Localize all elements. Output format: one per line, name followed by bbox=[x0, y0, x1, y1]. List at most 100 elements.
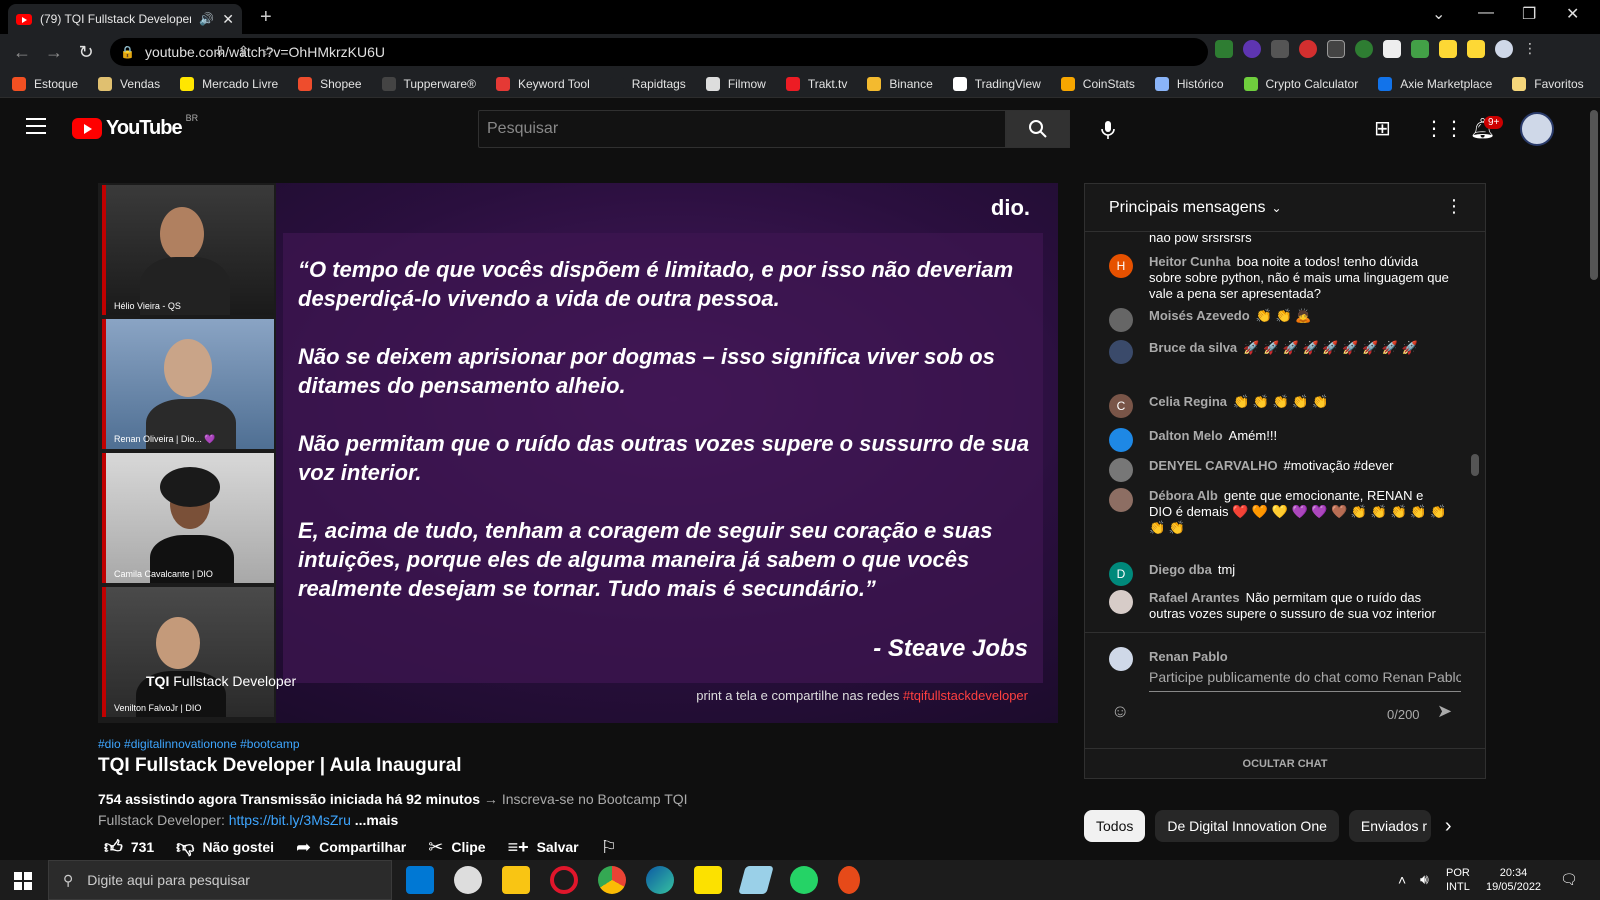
bookmark-item[interactable]: Filmow bbox=[705, 76, 766, 91]
bookmark-item[interactable]: Trakt.tv bbox=[785, 76, 847, 91]
sticky-notes-icon[interactable] bbox=[694, 866, 722, 894]
search-button[interactable] bbox=[1006, 110, 1070, 148]
reading-list-icon[interactable] bbox=[1439, 40, 1457, 58]
profile-icon[interactable] bbox=[1495, 40, 1513, 58]
mail-app-icon[interactable] bbox=[406, 866, 434, 894]
chevron-right-icon[interactable]: › bbox=[1445, 815, 1452, 838]
opera-icon[interactable] bbox=[550, 866, 578, 894]
chat-author-name[interactable]: DENYEL CARVALHO bbox=[1149, 458, 1278, 473]
chrome-icon[interactable] bbox=[598, 866, 626, 894]
show-more[interactable]: ...mais bbox=[351, 812, 399, 828]
dislike-button[interactable]: 👎︎ Não gostei bbox=[176, 836, 274, 858]
taskbar-search[interactable]: ⚲ Digite aqui para pesquisar bbox=[48, 860, 392, 900]
file-explorer-icon[interactable] bbox=[502, 866, 530, 894]
chat-author-avatar[interactable]: D bbox=[1109, 562, 1133, 586]
chat-author-name[interactable]: Bruce da silva bbox=[1149, 340, 1237, 355]
search-input[interactable]: Pesquisar bbox=[478, 110, 1006, 148]
chat-author-name[interactable]: Moisés Azevedo bbox=[1149, 308, 1250, 323]
video-player[interactable]: Hélio Vieira - QS Renan Oliveira | Dio..… bbox=[98, 183, 1058, 723]
clip-button[interactable]: ✂ Clipe bbox=[428, 837, 485, 858]
chevron-down-icon[interactable]: ⌄ bbox=[1272, 201, 1282, 215]
bookmark-item[interactable]: Axie Marketplace bbox=[1378, 76, 1492, 91]
chat-author-avatar[interactable] bbox=[1109, 590, 1133, 614]
minimize-icon[interactable]: — bbox=[1478, 4, 1494, 22]
clock[interactable]: 20:34 19/05/2022 bbox=[1486, 866, 1541, 894]
chat-author-name[interactable]: Débora Alb bbox=[1149, 488, 1218, 503]
chat-author-name[interactable]: Diego dba bbox=[1149, 562, 1212, 577]
chat-author-avatar[interactable] bbox=[1109, 488, 1133, 512]
bookmark-item[interactable]: Rapidtags bbox=[609, 76, 686, 91]
app-icon[interactable] bbox=[838, 866, 860, 894]
side-panel-icon[interactable] bbox=[1467, 40, 1485, 58]
chat-author-name[interactable]: Rafael Arantes bbox=[1149, 590, 1240, 605]
hide-chat-button[interactable]: OCULTAR CHAT bbox=[1085, 748, 1485, 778]
bookmark-item[interactable]: Keyword Tool bbox=[495, 76, 590, 91]
bookmark-item[interactable]: Histórico bbox=[1154, 76, 1224, 91]
app-icon[interactable] bbox=[738, 866, 774, 894]
extension-icon[interactable] bbox=[1327, 40, 1345, 58]
download-extension-icon[interactable] bbox=[1243, 40, 1261, 58]
chat-author-avatar[interactable]: H bbox=[1109, 254, 1133, 278]
chat-input[interactable]: Participe publicamente do chat como Rena… bbox=[1149, 669, 1461, 692]
forward-icon[interactable]: → bbox=[38, 42, 70, 63]
video-description[interactable]: 754 assistindo agora Transmissão iniciad… bbox=[98, 789, 698, 831]
windows-start-icon[interactable] bbox=[14, 872, 32, 890]
shield-extension-icon[interactable] bbox=[1215, 40, 1233, 58]
chat-scrollbar[interactable] bbox=[1471, 454, 1479, 476]
browser-tab[interactable]: (79) TQI Fullstack Developer 🔊 ✕ bbox=[8, 4, 242, 34]
chat-author-avatar[interactable]: C bbox=[1109, 394, 1133, 418]
omnibox-actions[interactable]: ⇩⇪☆ bbox=[214, 43, 1198, 60]
bookmark-item[interactable]: Tupperware® bbox=[381, 76, 476, 91]
chip-uploaded[interactable]: Enviados r bbox=[1348, 810, 1431, 842]
audio-playing-icon[interactable]: 🔊 bbox=[199, 12, 214, 26]
emoji-icon[interactable]: ☺ bbox=[1111, 701, 1129, 722]
bookmark-item[interactable]: Estoque bbox=[12, 76, 78, 91]
close-window-icon[interactable]: ✕ bbox=[1566, 4, 1579, 24]
whatsapp-icon[interactable] bbox=[790, 866, 818, 894]
share-button[interactable]: ➦ Compartilhar bbox=[296, 837, 406, 858]
chat-author-avatar[interactable] bbox=[1109, 308, 1133, 332]
send-icon[interactable]: ➤ bbox=[1437, 701, 1452, 722]
tray-overflow-icon[interactable]: ˄ bbox=[1398, 873, 1406, 887]
address-bar[interactable]: 🔒 youtube.com/watch?v=OhHMkrzKU6U ⇩⇪☆ bbox=[110, 38, 1208, 66]
chat-author-name[interactable]: Heitor Cunha bbox=[1149, 254, 1231, 269]
volume-icon[interactable]: 🔊︎ bbox=[1420, 872, 1429, 886]
video-hashtags[interactable]: #dio #digitalinnovationone #bootcamp bbox=[98, 737, 300, 751]
extension-icon[interactable] bbox=[1299, 40, 1317, 58]
extension-icon[interactable] bbox=[1271, 40, 1289, 58]
youtube-logo[interactable]: YouTube BR bbox=[72, 113, 198, 140]
menu-icon[interactable] bbox=[26, 118, 46, 139]
tab-search-icon[interactable]: ⌄ bbox=[1432, 4, 1445, 24]
chat-author-name[interactable]: Celia Regina bbox=[1149, 394, 1227, 409]
chat-author-avatar[interactable] bbox=[1109, 458, 1133, 482]
chip-channel[interactable]: De Digital Innovation One bbox=[1155, 810, 1339, 842]
puzzle-extensions-icon[interactable] bbox=[1411, 40, 1429, 58]
app-icon[interactable] bbox=[454, 866, 482, 894]
language-indicator[interactable]: POR INTL bbox=[1446, 866, 1470, 894]
page-scrollbar[interactable] bbox=[1590, 110, 1598, 280]
bookmark-item[interactable]: Shopee bbox=[298, 76, 362, 91]
edge-canary-icon[interactable] bbox=[646, 866, 674, 894]
more-vert-icon[interactable]: ⋮ bbox=[1445, 196, 1463, 217]
save-button[interactable]: ≡+ Salvar bbox=[508, 837, 579, 858]
bookmark-item[interactable]: CoinStats bbox=[1060, 76, 1135, 91]
bookmark-item[interactable]: TradingView bbox=[952, 76, 1041, 91]
bookmark-item[interactable]: Binance bbox=[867, 76, 933, 91]
more-vert-icon[interactable]: ⋮ bbox=[1523, 40, 1541, 58]
bookmark-item[interactable]: Crypto Calculator bbox=[1243, 76, 1358, 91]
chat-author-avatar[interactable] bbox=[1109, 340, 1133, 364]
bookmark-item[interactable]: Favoritos bbox=[1512, 76, 1584, 91]
account-avatar[interactable] bbox=[1520, 112, 1554, 146]
chat-mode-selector[interactable]: Principais mensagens bbox=[1109, 199, 1266, 217]
report-button[interactable]: ⚐ bbox=[601, 837, 625, 858]
bookmark-item[interactable]: Mercado Livre bbox=[180, 76, 278, 91]
back-icon[interactable]: ← bbox=[6, 42, 38, 63]
bookmark-item[interactable]: Vendas bbox=[98, 76, 160, 91]
description-link[interactable]: https://bit.ly/3MsZru bbox=[229, 812, 351, 828]
mic-button[interactable] bbox=[1090, 112, 1126, 148]
notification-center-icon[interactable]: 🗨︎ bbox=[1560, 872, 1578, 886]
extension-icon[interactable] bbox=[1355, 40, 1373, 58]
new-tab-icon[interactable]: + bbox=[260, 6, 272, 29]
chat-author-avatar[interactable] bbox=[1109, 428, 1133, 452]
chip-todos[interactable]: Todos bbox=[1084, 810, 1146, 842]
